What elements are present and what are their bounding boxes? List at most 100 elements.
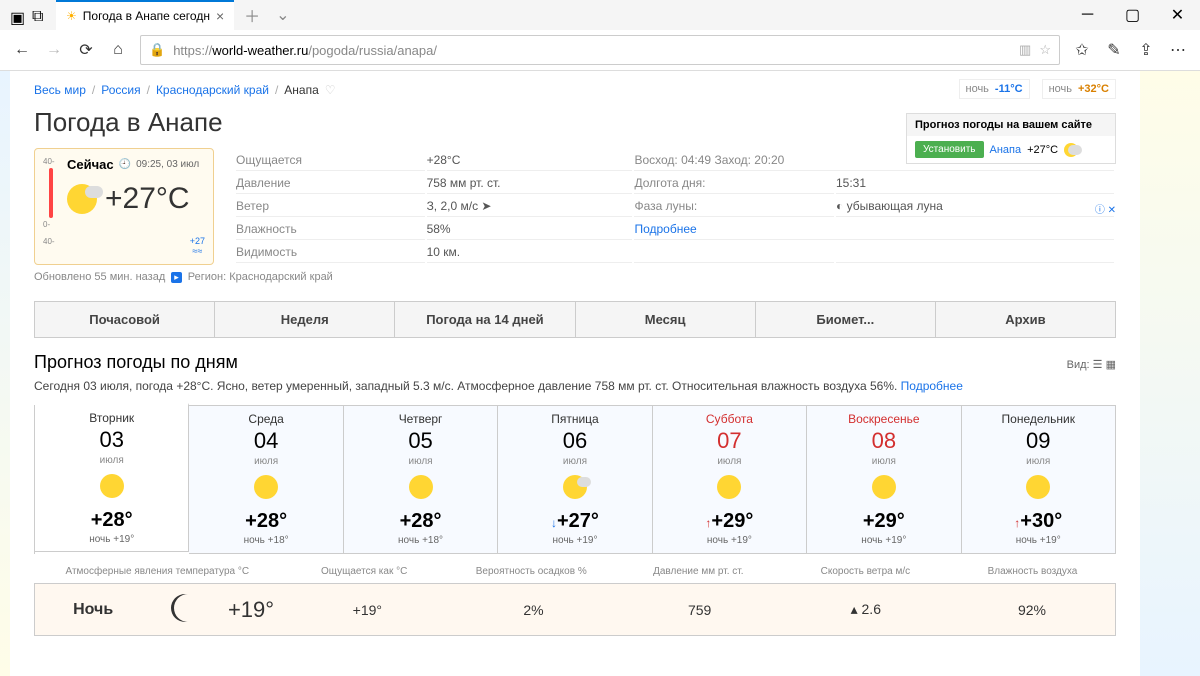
updated-info: Обновлено 55 мин. назад ▸ Регион: Красно… <box>34 271 1116 283</box>
crumb-country[interactable]: Россия <box>101 83 140 97</box>
favorite-icon[interactable]: ☆ <box>1039 42 1051 58</box>
browser-chrome: ▣ ⧉ ☀ Погода в Анапе сегодн × ＋ ⌄ ─ ▢ ✕ … <box>0 0 1200 71</box>
day-high: ↑+30° <box>966 510 1111 533</box>
weather-icon <box>717 475 741 499</box>
current-temp-value: +27°C <box>105 182 190 216</box>
day-card[interactable]: Четверг05июля+28°ночь +18° <box>344 405 498 554</box>
tab-hourly[interactable]: Почасовой <box>35 302 215 337</box>
night-precip: 2% <box>450 602 616 618</box>
back-button[interactable]: ← <box>12 40 32 60</box>
day-of-week: Пятница <box>502 412 647 426</box>
home-button[interactable]: ⌂ <box>108 40 128 60</box>
reader-icon[interactable]: ▥ <box>1019 42 1031 58</box>
ad-choices-icon[interactable]: ⓘ ✕ <box>1095 201 1116 216</box>
night-humidity: 92% <box>949 602 1115 618</box>
visibility-value: 10 км. <box>427 242 633 263</box>
day-month: июля <box>502 456 647 467</box>
forward-button[interactable]: → <box>44 40 64 60</box>
forecast-tabs: Почасовой Неделя Погода на 14 дней Месяц… <box>34 301 1116 338</box>
crumb-world[interactable]: Весь мир <box>34 83 86 97</box>
tab-14days[interactable]: Погода на 14 дней <box>395 302 575 337</box>
workspace-icon[interactable]: ▣ <box>10 8 24 22</box>
night-label: Ночь <box>35 601 151 619</box>
night-pressure: 759 <box>617 602 783 618</box>
region-label: Регион: Краснодарский край <box>188 271 333 283</box>
install-button[interactable]: Установить <box>915 141 984 158</box>
metric-precip: Вероятность осадков % <box>448 562 615 581</box>
widget-city-link[interactable]: Анапа <box>990 144 1022 156</box>
weather-icon <box>1026 475 1050 499</box>
new-tab-button[interactable]: ＋ <box>234 3 270 27</box>
scale-bot: 40- <box>43 237 59 246</box>
widget-promo-title: Прогноз погоды на вашем сайте <box>907 114 1115 136</box>
scale-mid: 0- <box>43 220 59 229</box>
day-card[interactable]: Вторник03июля+28°ночь +19° <box>35 403 189 552</box>
tabs-dropdown-icon[interactable]: ⌄ <box>270 5 295 25</box>
tab-title: Погода в Анапе сегодн <box>83 9 210 23</box>
heart-icon[interactable]: ♡ <box>325 83 336 97</box>
metric-humidity: Влажность воздуха <box>949 562 1116 581</box>
sun-icon: ☀ <box>66 9 77 23</box>
tab-week[interactable]: Неделя <box>215 302 395 337</box>
wind-label: Ветер <box>236 196 425 217</box>
day-card[interactable]: Понедельник09июля↑+30°ночь +19° <box>962 405 1116 554</box>
day-card[interactable]: Суббота07июля↑+29°ночь +19° <box>653 405 807 554</box>
refresh-button[interactable]: ⟳ <box>76 40 96 60</box>
day-of-week: Четверг <box>348 412 493 426</box>
day-low: ночь +18° <box>348 535 493 546</box>
updated-text: Обновлено 55 мин. назад <box>34 271 165 283</box>
tab-biomet[interactable]: Биомет... <box>756 302 936 337</box>
maximize-button[interactable]: ▢ <box>1110 0 1155 30</box>
widget-promo: Прогноз погоды на вашем сайте Установить… <box>906 113 1116 164</box>
day-of-week: Суббота <box>657 412 802 426</box>
share-icon[interactable]: ⇪ <box>1136 40 1156 60</box>
inbox-icon[interactable]: ⧉ <box>32 8 46 22</box>
favorites-icon[interactable]: ✩ <box>1072 40 1092 60</box>
extreme-hot: ночь+32°C <box>1042 79 1116 99</box>
tab-active[interactable]: ☀ Погода в Анапе сегодн × <box>56 0 234 30</box>
metric-wind: Скорость ветра м/с <box>782 562 949 581</box>
visibility-label: Видимость <box>236 242 425 263</box>
close-window-button[interactable]: ✕ <box>1155 0 1200 30</box>
day-card[interactable]: Пятница06июля↓+27°ночь +19° <box>498 405 652 554</box>
region-icon: ▸ <box>171 272 182 283</box>
lock-icon: 🔒 <box>149 42 165 58</box>
address-bar[interactable]: 🔒 https://world-weather.ru/pogoda/russia… <box>140 35 1060 65</box>
weather-icon <box>563 475 587 499</box>
day-number: 03 <box>39 427 184 453</box>
humidity-label: Влажность <box>236 219 425 240</box>
page-body: ночь-11°C ночь+32°C Прогноз погоды на ва… <box>0 71 1200 676</box>
wind-value: З, 2,0 м/с ➤ <box>427 196 633 217</box>
day-card[interactable]: Среда04июля+28°ночь +18° <box>189 405 343 554</box>
notes-icon[interactable]: ✎ <box>1104 40 1124 60</box>
day-low: ночь +19° <box>811 535 956 546</box>
day-of-week: Вторник <box>39 411 184 425</box>
close-icon[interactable]: × <box>216 8 224 24</box>
thermometer-icon <box>49 168 53 218</box>
moon-value: убывающая луна <box>847 199 943 213</box>
details-more-link[interactable]: Подробнее <box>634 222 696 236</box>
current-weather-card: 40- 0- 40- Сейчас 🕘 09:25, 03 июл +27°C … <box>34 148 214 265</box>
navbar: ← → ⟳ ⌂ 🔒 https://world-weather.ru/pogod… <box>0 30 1200 70</box>
tab-archive[interactable]: Архив <box>936 302 1115 337</box>
day-high: +29° <box>811 510 956 533</box>
summary-more-link[interactable]: Подробнее <box>901 379 963 393</box>
right-gradient <box>1140 71 1200 676</box>
day-card[interactable]: Воскресенье08июля+29°ночь +19° <box>807 405 961 554</box>
minimize-button[interactable]: ─ <box>1065 0 1110 30</box>
weather-icon <box>254 475 278 499</box>
water-temp: +27≈≈ <box>190 236 205 256</box>
view-toggle[interactable]: Вид: ☰ ▦ <box>1067 358 1116 371</box>
metric-phenom: Атмосферные явления температура °C <box>34 562 281 581</box>
day-high: ↑+29° <box>657 510 802 533</box>
now-label: Сейчас <box>67 157 114 172</box>
night-feels: +19° <box>284 602 450 618</box>
tab-month[interactable]: Месяц <box>576 302 756 337</box>
weather-icon <box>100 474 124 498</box>
day-month: июля <box>348 456 493 467</box>
crumb-region[interactable]: Краснодарский край <box>156 83 269 97</box>
more-icon[interactable]: ⋯ <box>1168 40 1188 60</box>
url-text: https://world-weather.ru/pogoda/russia/a… <box>173 43 1011 58</box>
night-wind: ▴ 2.6 <box>783 601 949 618</box>
day-number: 06 <box>502 428 647 454</box>
